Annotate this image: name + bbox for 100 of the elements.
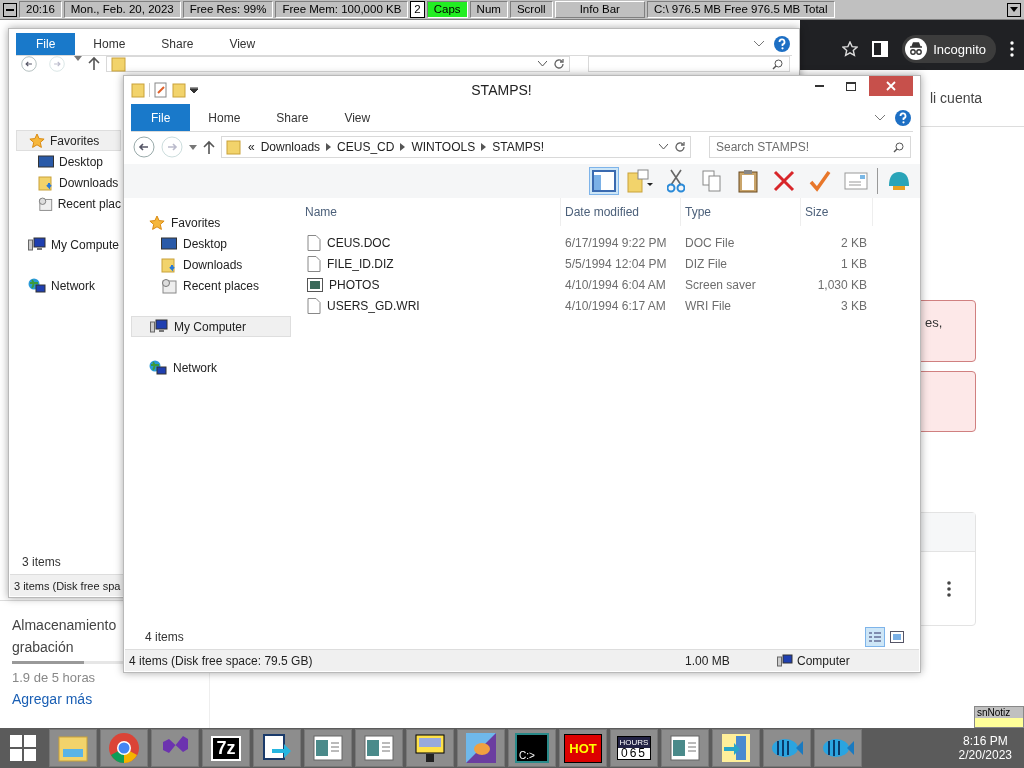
document-icon: [307, 255, 321, 272]
add-more-link[interactable]: Agregar más: [12, 691, 197, 707]
address-bar[interactable]: « Downloads CEUS_CD WINTOOLS STAMPS!: [221, 136, 691, 158]
folder-options-button[interactable]: [625, 167, 655, 195]
help-icon[interactable]: [895, 109, 911, 126]
back-icon[interactable]: [18, 56, 40, 72]
hours-counter-icon: HOURS 065: [616, 736, 652, 760]
folder-icon: [111, 56, 127, 72]
help-icon[interactable]: [774, 36, 790, 52]
info-bar-button[interactable]: Info Bar: [554, 1, 645, 18]
column-header[interactable]: Type: [681, 198, 801, 226]
chevron-down-icon[interactable]: [875, 114, 885, 121]
taskbar-app[interactable]: C:>: [508, 729, 556, 767]
search-icon: [772, 58, 783, 70]
date-cell-text: 4/10/1994 6:17 AM: [564, 297, 667, 315]
search-field[interactable]: Search STAMPS!: [709, 136, 911, 158]
dropdown-icon[interactable]: [1007, 2, 1021, 17]
nav-item[interactable]: Recent plac: [16, 193, 121, 214]
document-icon: [307, 297, 321, 314]
type-cell-text: Screen saver: [684, 276, 757, 294]
notes-widget[interactable]: snNotiz: [974, 706, 1024, 728]
close-icon: [886, 81, 896, 91]
ribbon-tab[interactable]: Share: [143, 33, 212, 55]
star-icon[interactable]: [842, 41, 859, 57]
account-link[interactable]: li cuenta: [930, 90, 983, 106]
type-cell-text: WRI File: [684, 297, 732, 315]
item-count: 3 items: [21, 554, 62, 571]
nav-item[interactable]: Recent places: [131, 275, 291, 296]
refresh-icon[interactable]: [674, 141, 686, 153]
ribbon-tab[interactable]: Share: [258, 104, 327, 131]
storage-subtitle: grabación: [12, 639, 75, 655]
preview-pane-button[interactable]: [589, 167, 619, 195]
date-cell-text: 6/17/1994 9:22 PM: [564, 234, 668, 252]
file-name[interactable]: CEUS.DOC: [301, 232, 561, 253]
close-button[interactable]: [869, 76, 913, 96]
nav-item[interactable]: Network: [131, 357, 291, 378]
breadcrumb[interactable]: Downloads: [260, 140, 321, 154]
info-cell: 20:16: [19, 1, 62, 18]
ribbon-tab[interactable]: View: [326, 104, 389, 131]
nav-item[interactable]: Downloads: [16, 172, 121, 193]
ribbon-tab[interactable]: View: [211, 33, 274, 55]
side-panel-icon[interactable]: [872, 41, 889, 57]
system-menu-icon[interactable]: [3, 2, 17, 17]
chevron-right-icon: [481, 143, 487, 151]
ribbon-tab[interactable]: File: [16, 33, 76, 55]
clock[interactable]: 8:16 PM 2/20/2023: [958, 734, 1020, 762]
monitor-icon: [161, 236, 177, 251]
star-icon: [29, 132, 45, 149]
properties-icon[interactable]: [154, 82, 168, 98]
nav-item[interactable]: Favorites: [16, 130, 121, 151]
caret-icon[interactable]: [190, 87, 198, 93]
column-header[interactable]: Size: [801, 198, 873, 226]
ribbon-tab[interactable]: File: [131, 104, 191, 131]
column-header[interactable]: Name: [301, 198, 561, 226]
nav-item[interactable]: My Compute: [16, 234, 121, 255]
dropdown-icon[interactable]: [659, 144, 668, 150]
key-indicator: Num: [469, 1, 508, 18]
column-header[interactable]: Date modified: [561, 198, 681, 226]
up-arrow-icon[interactable]: [203, 140, 215, 154]
nav-item[interactable]: My Computer: [131, 316, 291, 337]
profile-button[interactable]: Incognito: [902, 35, 996, 63]
breadcrumb-overflow[interactable]: «: [248, 140, 255, 154]
breadcrumb[interactable]: WINTOOLS: [411, 140, 476, 154]
nav-item[interactable]: Desktop: [131, 233, 291, 254]
star-icon: [149, 214, 165, 231]
taskbar-app[interactable]: HOURS 065: [610, 729, 658, 767]
file-name[interactable]: USERS_GD.WRI: [301, 295, 561, 316]
kebab-menu-icon[interactable]: [1010, 41, 1014, 57]
dropdown-icon[interactable]: [538, 61, 547, 67]
file-name[interactable]: FILE_ID.DIZ: [301, 253, 561, 274]
refresh-icon[interactable]: [553, 58, 565, 70]
file-name[interactable]: PHOTOS: [301, 274, 561, 295]
search-field[interactable]: [588, 56, 790, 72]
details-icon: [868, 631, 882, 643]
breadcrumb[interactable]: STAMPS!: [492, 140, 544, 154]
computer-icon: [28, 236, 46, 253]
taskbar-app[interactable]: [253, 729, 301, 767]
nav-item[interactable]: Desktop: [16, 151, 121, 172]
ribbon-tab[interactable]: Home: [190, 104, 259, 131]
nav-item[interactable]: Favorites: [131, 212, 291, 233]
nav-item[interactable]: Downloads: [131, 254, 291, 275]
up-arrow-icon[interactable]: [88, 56, 100, 70]
back-icon[interactable]: [133, 136, 155, 158]
nav-item[interactable]: Network: [16, 275, 121, 296]
app-label: 7z: [211, 735, 241, 761]
taskbar-app[interactable]: [406, 729, 454, 767]
date-cell-text: 4/10/1994 6:04 AM: [564, 276, 667, 294]
document-icon: [307, 234, 321, 251]
chevron-down-icon[interactable]: [754, 41, 764, 47]
ribbon-tab[interactable]: Home: [75, 33, 144, 55]
taskbar-app[interactable]: 7z: [202, 729, 250, 767]
kebab-menu-icon[interactable]: [947, 580, 951, 597]
info-cell: Free Res: 99%: [182, 1, 274, 18]
breadcrumb[interactable]: CEUS_CD: [337, 140, 395, 154]
arrow-icon: [262, 733, 292, 763]
chrome-logo-icon: [108, 732, 140, 764]
hand-icon: [466, 733, 496, 763]
window-icon: [364, 735, 394, 761]
status-text: 4 items (Disk free space: 79.5 GB): [128, 653, 314, 668]
computer-icon: [150, 318, 168, 335]
